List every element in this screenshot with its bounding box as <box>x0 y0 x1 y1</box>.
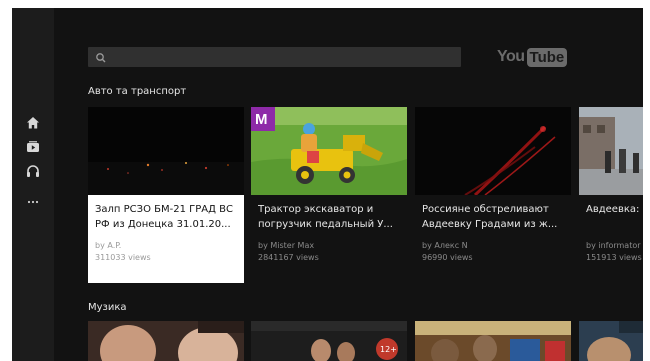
video-title: Россияне обстреливают Авдеевку Градами и… <box>422 204 558 230</box>
video-thumbnail <box>415 107 571 195</box>
video-thumbnail <box>88 107 244 195</box>
video-thumbnail[interactable] <box>579 321 643 361</box>
headphones-icon[interactable] <box>25 163 41 179</box>
video-thumbnail[interactable]: 12+ <box>251 321 407 361</box>
video-author: by A.P. <box>95 241 122 250</box>
search-icon <box>94 50 108 64</box>
video-views: 151913 views <box>586 253 642 262</box>
video-thumbnail <box>251 107 407 195</box>
video-author: by Алекс N <box>422 241 468 250</box>
video-info: Трактор экскаватор и погрузчик педальный… <box>251 195 407 283</box>
section-title-auto: Авто та транспорт <box>88 86 187 97</box>
subscriptions-icon[interactable] <box>25 139 41 155</box>
video-author: by informator <box>586 241 641 250</box>
video-row-music: 12+ <box>88 321 643 361</box>
channel-badge: M <box>255 111 268 128</box>
tv-screen: You Tube Авто та транспорт Залп РСЗО БМ-… <box>12 8 643 361</box>
home-icon[interactable] <box>25 115 41 131</box>
video-thumbnail[interactable] <box>415 321 571 361</box>
age-rating-badge: 12+ <box>380 345 397 354</box>
video-card[interactable]: Россияне обстреливают Авдеевку Градами и… <box>415 107 571 283</box>
section-title-music: Музика <box>88 302 127 313</box>
video-author: by Mister Max <box>258 241 315 250</box>
video-title: Авдеевка: как в четы <box>586 204 643 215</box>
video-info: Залп РСЗО БМ-21 ГРАД ВС РФ из Донецка 31… <box>88 195 244 283</box>
video-views: 311033 views <box>95 253 151 262</box>
youtube-logo: You Tube <box>497 46 568 68</box>
search-input[interactable] <box>112 48 452 66</box>
sidebar <box>12 8 54 361</box>
video-thumbnail[interactable] <box>88 321 244 361</box>
video-card[interactable]: Авдеевка: как в четы by informator 15191… <box>579 107 643 283</box>
video-row-auto: Залп РСЗО БМ-21 ГРАД ВС РФ из Донецка 31… <box>88 107 643 285</box>
video-thumbnail <box>579 107 643 195</box>
more-icon[interactable] <box>25 194 41 210</box>
video-views: 2841167 views <box>258 253 319 262</box>
video-card[interactable]: M Трактор экскаватор и погрузчик педальн… <box>251 107 407 283</box>
video-info: Россияне обстреливают Авдеевку Градами и… <box>415 195 571 283</box>
logo-tube: Tube <box>526 47 568 67</box>
search-bar[interactable] <box>88 47 461 67</box>
logo-you: You <box>497 48 525 65</box>
video-title: Трактор экскаватор и погрузчик педальный… <box>258 204 393 230</box>
video-views: 96990 views <box>422 253 473 262</box>
video-info: Авдеевка: как в четы by informator 15191… <box>579 195 643 283</box>
video-title: Залп РСЗО БМ-21 ГРАД ВС РФ из Донецка 31… <box>95 204 233 230</box>
video-card[interactable]: Залп РСЗО БМ-21 ГРАД ВС РФ из Донецка 31… <box>88 107 244 283</box>
